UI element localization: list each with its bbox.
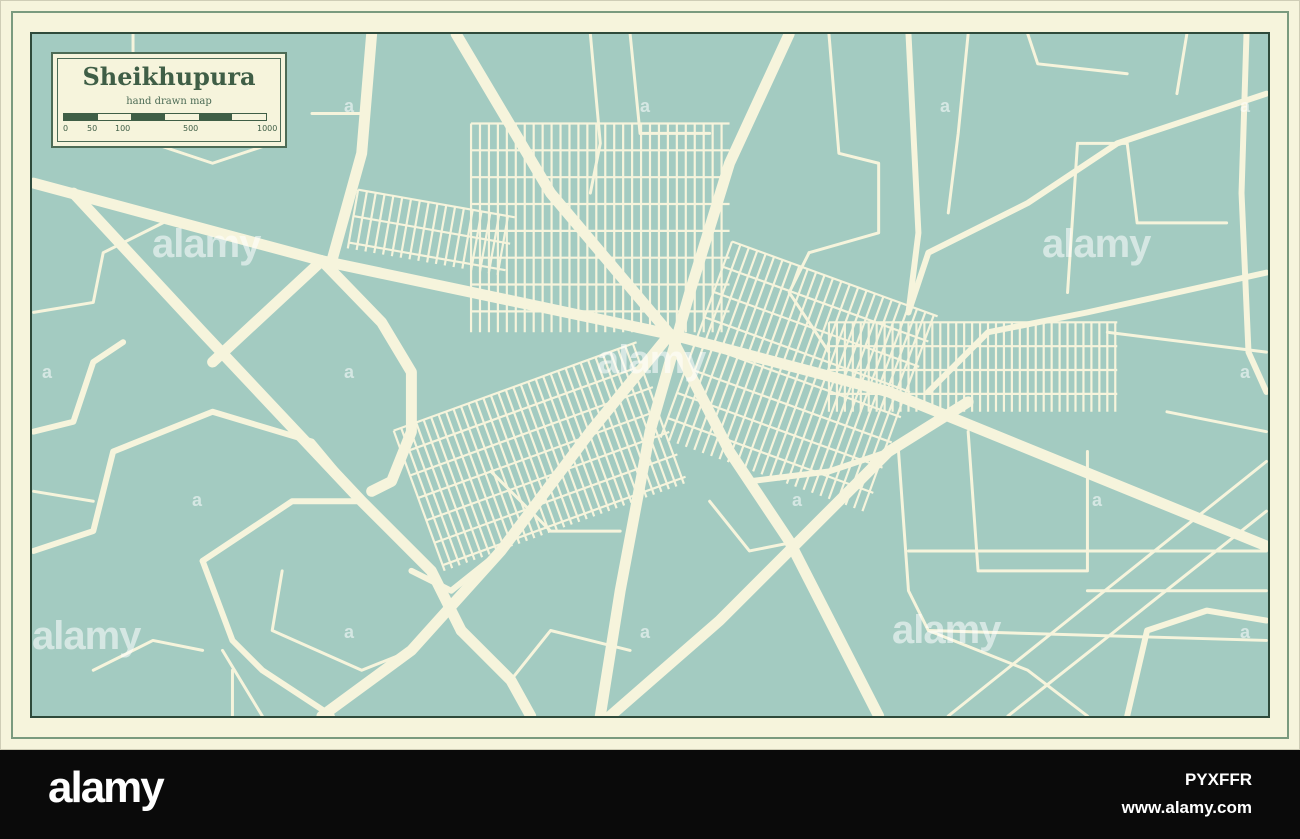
scale-label: 500 — [183, 124, 199, 133]
street — [426, 203, 439, 263]
image-id: PYXFFR — [1184, 770, 1252, 789]
watermark: a — [940, 96, 950, 116]
watermark: a — [1092, 490, 1102, 510]
scale-label: 0 — [63, 124, 69, 133]
footer-info: PYXFFR www.alamy.com — [1122, 770, 1252, 818]
map-title: Sheikhupura — [82, 62, 256, 91]
scale-label: 50 — [87, 124, 98, 133]
watermark: a — [1240, 362, 1250, 382]
street — [452, 208, 465, 268]
watermark: alamy — [892, 608, 1001, 652]
street — [844, 308, 919, 506]
watermark: a — [42, 362, 52, 382]
watermark: alamy — [1042, 222, 1151, 266]
watermark: alamy — [32, 614, 141, 658]
street — [373, 194, 386, 254]
street — [443, 206, 457, 266]
grid-block — [827, 321, 1118, 412]
watermark: alamy — [152, 222, 261, 266]
watermark: a — [1240, 622, 1250, 642]
scale-label: 100 — [115, 124, 131, 133]
watermark: a — [344, 622, 354, 642]
alamy-logo[interactable]: alamy — [48, 763, 165, 813]
street — [417, 201, 430, 262]
watermark: a — [1240, 96, 1250, 116]
street — [364, 192, 377, 252]
watermark: a — [640, 96, 650, 116]
street — [442, 475, 686, 567]
street — [355, 191, 369, 251]
map-legend: Sheikhupura hand drawn map 0 50 100 500 … — [51, 52, 287, 148]
watermark: a — [344, 96, 354, 116]
watermark: a — [192, 490, 202, 510]
street — [390, 197, 404, 257]
street — [399, 198, 413, 258]
street — [408, 200, 421, 260]
scale-label: 1000 — [257, 124, 278, 133]
street — [381, 195, 395, 255]
watermark: a — [792, 490, 802, 510]
site-url[interactable]: www.alamy.com — [1122, 798, 1252, 818]
map-subtitle: hand drawn map — [126, 96, 212, 107]
street — [861, 314, 935, 512]
street — [722, 265, 929, 343]
watermark: a — [344, 362, 354, 382]
street — [434, 204, 448, 265]
scale-bar — [63, 113, 267, 121]
watermark: alamy — [597, 338, 706, 382]
watermark: a — [640, 622, 650, 642]
